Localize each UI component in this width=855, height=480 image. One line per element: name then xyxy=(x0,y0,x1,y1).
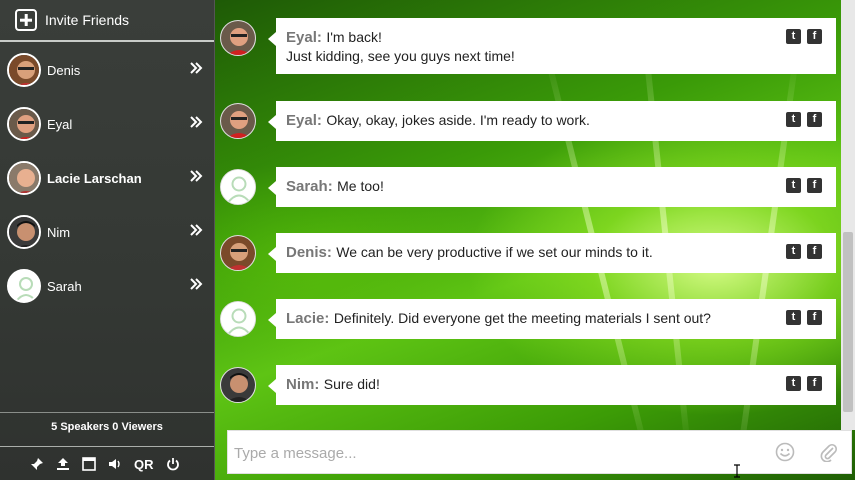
user-name: Denis xyxy=(47,62,81,78)
sidebar-user-sarah[interactable]: Sarah xyxy=(0,263,214,309)
twitter-share-icon[interactable]: t xyxy=(786,376,801,391)
upload-icon[interactable] xyxy=(54,455,72,473)
message-bubble: Lacie: Definitely. Did everyone get the … xyxy=(268,299,836,339)
avatar xyxy=(220,20,256,56)
message-item: Denis: We can be very productive if we s… xyxy=(215,233,842,291)
chevron-right-icon[interactable] xyxy=(189,277,203,291)
message-text: Definitely. Did everyone get the meeting… xyxy=(333,310,711,326)
sidebar-user-nim[interactable]: Nim xyxy=(0,209,214,255)
message-text: I'm back! xyxy=(326,29,382,45)
message-bubble: Sarah: Me too! t f xyxy=(268,167,836,207)
avatar xyxy=(220,169,256,205)
avatar xyxy=(7,215,41,249)
facebook-share-icon[interactable]: f xyxy=(807,310,822,325)
message-text: Okay, okay, jokes aside. I'm ready to wo… xyxy=(326,112,590,128)
twitter-share-icon[interactable]: t xyxy=(786,310,801,325)
message-text: Just kidding, see you guys next time! xyxy=(286,48,515,64)
message-author: Denis: xyxy=(286,244,332,261)
facebook-share-icon[interactable]: f xyxy=(807,376,822,391)
sidebar: Invite Friends Denis Eyal Lacie Larschan… xyxy=(0,0,214,480)
qr-button[interactable]: QR xyxy=(132,455,156,473)
avatar xyxy=(7,53,41,87)
user-name: Lacie Larschan xyxy=(47,170,142,186)
avatar xyxy=(220,367,256,403)
message-text: Me too! xyxy=(337,178,384,194)
avatar xyxy=(220,301,256,337)
twitter-share-icon[interactable]: t xyxy=(786,29,801,44)
chevron-right-icon[interactable] xyxy=(189,223,203,237)
message-author: Eyal: xyxy=(286,29,322,46)
message-bubble: Nim: Sure did! t f xyxy=(268,365,836,405)
twitter-share-icon[interactable]: t xyxy=(786,178,801,193)
speaker-icon[interactable] xyxy=(106,455,124,473)
sidebar-user-lacie[interactable]: Lacie Larschan xyxy=(0,155,214,201)
avatar xyxy=(220,103,256,139)
plus-icon xyxy=(15,9,37,31)
sidebar-toolbar: QR xyxy=(28,455,182,473)
divider xyxy=(0,446,214,447)
message-input[interactable] xyxy=(234,441,764,465)
message-author: Eyal: xyxy=(286,112,322,129)
user-name: Sarah xyxy=(47,278,82,294)
sidebar-user-denis[interactable]: Denis xyxy=(0,47,214,93)
text-cursor-icon xyxy=(734,464,740,478)
invite-friends-label: Invite Friends xyxy=(45,12,130,28)
message-text: We can be very productive if we set our … xyxy=(336,244,653,260)
avatar xyxy=(7,269,41,303)
chat-panel: Eyal: I'm back! Just kidding, see you gu… xyxy=(214,0,855,480)
message-item: Sarah: Me too! t f xyxy=(215,167,842,225)
message-item: Eyal: I'm back! Just kidding, see you gu… xyxy=(215,18,842,76)
facebook-share-icon[interactable]: f xyxy=(807,112,822,127)
message-bubble: Eyal: I'm back! Just kidding, see you gu… xyxy=(268,18,836,74)
message-author: Sarah: xyxy=(286,178,333,195)
power-icon[interactable] xyxy=(164,455,182,473)
message-bubble: Eyal: Okay, okay, jokes aside. I'm ready… xyxy=(268,101,836,141)
message-author: Nim: xyxy=(286,376,320,393)
twitter-share-icon[interactable]: t xyxy=(786,112,801,127)
avatar xyxy=(7,107,41,141)
user-name: Nim xyxy=(47,224,71,240)
chat-scrollbar[interactable] xyxy=(841,0,855,430)
facebook-share-icon[interactable]: f xyxy=(807,244,822,259)
emoji-icon[interactable] xyxy=(775,442,795,462)
chevron-right-icon[interactable] xyxy=(189,115,203,129)
composer xyxy=(227,430,852,474)
message-text: Sure did! xyxy=(323,376,380,392)
facebook-share-icon[interactable]: f xyxy=(807,29,822,44)
twitter-share-icon[interactable]: t xyxy=(786,244,801,259)
user-name: Eyal xyxy=(47,116,73,132)
invite-friends-button[interactable]: Invite Friends xyxy=(0,0,214,42)
attachment-icon[interactable] xyxy=(819,442,839,462)
divider xyxy=(0,412,214,413)
message-author: Lacie: xyxy=(286,310,330,327)
message-bubble: Denis: We can be very productive if we s… xyxy=(268,233,836,273)
message-item: Nim: Sure did! t f xyxy=(215,365,842,423)
scrollbar-thumb[interactable] xyxy=(843,232,853,412)
participant-count: 5 Speakers 0 Viewers xyxy=(51,421,163,433)
chevron-right-icon[interactable] xyxy=(189,169,203,183)
message-item: Eyal: Okay, okay, jokes aside. I'm ready… xyxy=(215,101,842,159)
chevron-right-icon[interactable] xyxy=(189,61,203,75)
avatar xyxy=(7,161,41,195)
sidebar-user-eyal[interactable]: Eyal xyxy=(0,101,214,147)
avatar xyxy=(220,235,256,271)
facebook-share-icon[interactable]: f xyxy=(807,178,822,193)
pin-icon[interactable] xyxy=(28,455,46,473)
message-item: Lacie: Definitely. Did everyone get the … xyxy=(215,299,842,357)
window-icon[interactable] xyxy=(80,455,98,473)
